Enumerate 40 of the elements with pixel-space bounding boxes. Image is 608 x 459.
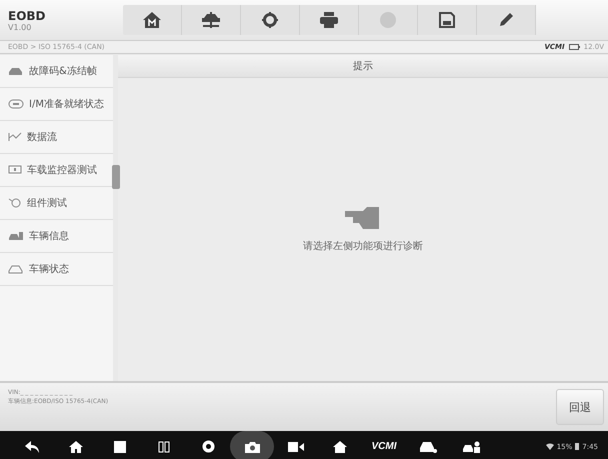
line-graph-icon [8,132,22,142]
car-status-icon [8,264,24,274]
car-person-icon [463,440,481,452]
vcmi-button[interactable]: VCMI [362,431,406,459]
component-icon [8,198,22,208]
sidebar-item[interactable]: I/M准备就绪状态 [0,88,113,121]
pen-icon [498,12,514,28]
back-button[interactable]: 回退 [556,389,604,425]
home-icon [143,12,161,28]
battery-icon [575,443,580,450]
sidebar-item[interactable]: 组件测试 [0,187,113,220]
home-icon [333,440,347,452]
app-title: EOBD [8,8,47,22]
square-icon [114,440,126,452]
collapse-handle[interactable] [112,165,120,189]
sidebar-item[interactable]: 故障码&冻结帧 [0,55,113,88]
home-icon [69,440,83,452]
save-icon [439,12,455,28]
car-info-icon [8,231,24,241]
screen-record-icon [288,440,304,452]
pointing-hand-icon [345,206,381,228]
split-screen-icon [158,440,170,452]
hint-message: 请选择左侧功能项进行诊断 [303,240,423,252]
sidebar-item[interactable]: 车辆状态 [0,253,113,286]
camera-icon [244,440,260,452]
monitor-icon [8,165,22,175]
app-version: V1.00 [8,22,32,32]
im-icon [8,99,24,109]
car-icon [419,440,437,452]
sidebar-item[interactable]: 数据流 [0,121,113,154]
back-icon [25,440,39,452]
browser-icon [202,440,214,453]
sidebar-item[interactable]: 车辆信息 [0,220,113,253]
battery-icon [568,44,580,50]
nav-button[interactable] [230,431,274,459]
printer-icon [320,12,338,28]
panel-title: 提示 [353,60,373,73]
car-icon [8,66,24,76]
settings-icon [262,12,278,28]
wifi-icon [546,443,554,450]
